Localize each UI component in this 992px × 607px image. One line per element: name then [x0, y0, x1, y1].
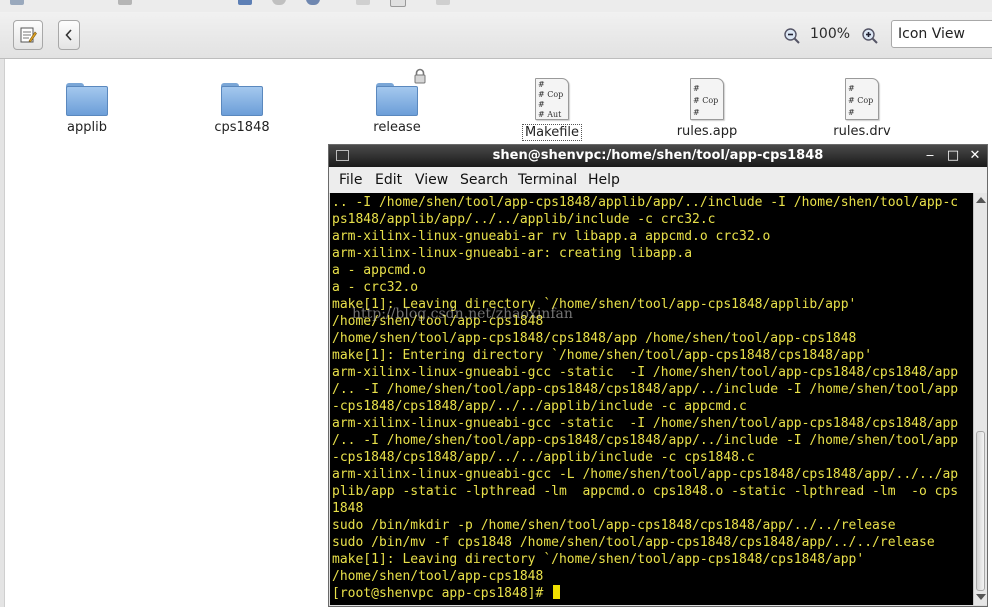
terminal-line: sudo /bin/mkdir -p /home/shen/tool/app-c…: [332, 518, 896, 533]
text-editor-icon: [20, 27, 37, 43]
file-item-release[interactable]: release: [347, 68, 447, 135]
back-button[interactable]: [58, 20, 80, 50]
terminal-menubar: File Edit View Search Terminal Help: [329, 167, 987, 194]
minimize-icon[interactable]: ‒: [922, 148, 938, 164]
text-file-icon: # # Cop # # Aut: [535, 78, 569, 120]
toolbar-icon[interactable]: [390, 0, 406, 7]
menu-edit[interactable]: Edit: [375, 172, 402, 188]
terminal-line: -cps1848/cps1848/app/../../applib/includ…: [332, 399, 747, 414]
terminal-scrollbar[interactable]: [973, 193, 987, 605]
terminal-line: arm-xilinx-linux-gnueabi-ar: creating li…: [332, 246, 693, 261]
terminal-line: a - appcmd.o: [332, 263, 426, 278]
toolbar-icon[interactable]: [306, 0, 320, 5]
terminal-line: arm-xilinx-linux-gnueabi-gcc -static -I …: [332, 365, 959, 380]
scroll-down-arrow-icon[interactable]: [976, 594, 986, 600]
terminal-line: 1848: [332, 501, 364, 516]
terminal-line: ps1848/applib/app/../../applib/include -…: [332, 212, 716, 227]
file-label: cps1848: [214, 120, 270, 135]
zoom-out-icon[interactable]: [783, 27, 801, 45]
terminal-line: /home/shen/tool/app-cps1848/cps1848/app …: [332, 331, 857, 346]
chevron-left-icon: [65, 29, 72, 41]
file-label: rules.drv: [833, 124, 891, 139]
terminal-line: /.. -I /home/shen/tool/app-cps1848/cps18…: [332, 382, 959, 397]
terminal-line: make[1]: Entering directory `/home/shen/…: [332, 348, 873, 363]
terminal-line: a - crc32.o: [332, 280, 419, 295]
menu-file[interactable]: File: [339, 172, 362, 188]
file-label: Makefile: [521, 124, 583, 141]
text-file-icon: # # Cop #: [845, 78, 879, 120]
file-item-cps1848[interactable]: cps1848: [192, 80, 292, 135]
terminal-line: sudo /bin/mv -f cps1848 /home/shen/tool/…: [332, 535, 935, 550]
terminal-line: arm-xilinx-linux-gnueabi-gcc -L /home/sh…: [332, 467, 959, 482]
terminal-line: make[1]: Leaving directory `/home/shen/t…: [332, 552, 865, 567]
watermark: http://blog.csdn.net/zhaoxinfan: [352, 306, 573, 322]
file-item-makefile[interactable]: # # Cop # # Aut Makefile: [502, 78, 602, 141]
lock-icon: [414, 68, 426, 84]
file-manager-toolbar: 100% Icon View: [0, 12, 992, 59]
toolbar-icon[interactable]: [118, 0, 132, 5]
terminal-line: /home/shen/tool/app-cps1848: [332, 569, 544, 584]
text-file-icon: # # Cop #: [690, 78, 724, 120]
scroll-up-arrow-icon[interactable]: [976, 197, 986, 203]
file-label: rules.app: [676, 124, 738, 139]
toolbar-icon[interactable]: [10, 0, 24, 5]
folder-icon: [221, 80, 263, 116]
folder-icon: [376, 68, 426, 116]
close-icon[interactable]: ✕: [967, 148, 983, 164]
file-label: applib: [67, 120, 107, 135]
terminal-line: arm-xilinx-linux-gnueabi-gcc -static -I …: [332, 416, 959, 431]
terminal-window[interactable]: shen@shenvpc:/home/shen/tool/app-cps1848…: [328, 144, 988, 607]
file-item-rules-drv[interactable]: # # Cop # rules.drv: [812, 78, 912, 139]
file-item-applib[interactable]: applib: [37, 80, 137, 135]
toolbar-icon[interactable]: [356, 0, 370, 5]
toolbar-icon[interactable]: [272, 0, 286, 5]
menu-help[interactable]: Help: [588, 172, 620, 188]
terminal-titlebar[interactable]: shen@shenvpc:/home/shen/tool/app-cps1848…: [329, 145, 987, 167]
maximize-icon[interactable]: □: [945, 148, 961, 164]
file-label: release: [373, 120, 421, 135]
scrollbar-thumb[interactable]: [976, 431, 985, 591]
terminal-line: /.. -I /home/shen/tool/app-cps1848/cps18…: [332, 433, 959, 448]
edit-location-button[interactable]: [13, 20, 43, 50]
zoom-in-icon[interactable]: [861, 27, 879, 45]
terminal-line: .. -I /home/shen/tool/app-cps1848/applib…: [332, 195, 959, 210]
text-cursor: [553, 585, 561, 599]
file-item-rules-app[interactable]: # # Cop # rules.app: [657, 78, 757, 139]
menu-terminal[interactable]: Terminal: [518, 172, 577, 188]
terminal-prompt: [root@shenvpc app-cps1848]#: [332, 586, 552, 601]
terminal-line: -cps1848/cps1848/app/../../applib/includ…: [332, 450, 755, 465]
toolbar-icon[interactable]: [238, 0, 252, 5]
view-mode-select[interactable]: Icon View: [891, 20, 992, 48]
zoom-level: 100%: [810, 26, 851, 42]
folder-icon: [66, 80, 108, 116]
window-title: shen@shenvpc:/home/shen/tool/app-cps1848: [492, 148, 824, 163]
toolbar-icon[interactable]: [436, 0, 450, 5]
terminal-prompt-line: [root@shenvpc app-cps1848]#: [332, 585, 561, 602]
terminal-line: plib/app -static -lpthread -lm appcmd.o …: [332, 484, 959, 499]
menu-search[interactable]: Search: [460, 172, 508, 188]
terminal-line: arm-xilinx-linux-gnueabi-ar rv libapp.a …: [332, 229, 771, 244]
terminal-output[interactable]: .. -I /home/shen/tool/app-cps1848/applib…: [330, 193, 973, 605]
menu-view[interactable]: View: [415, 172, 448, 188]
